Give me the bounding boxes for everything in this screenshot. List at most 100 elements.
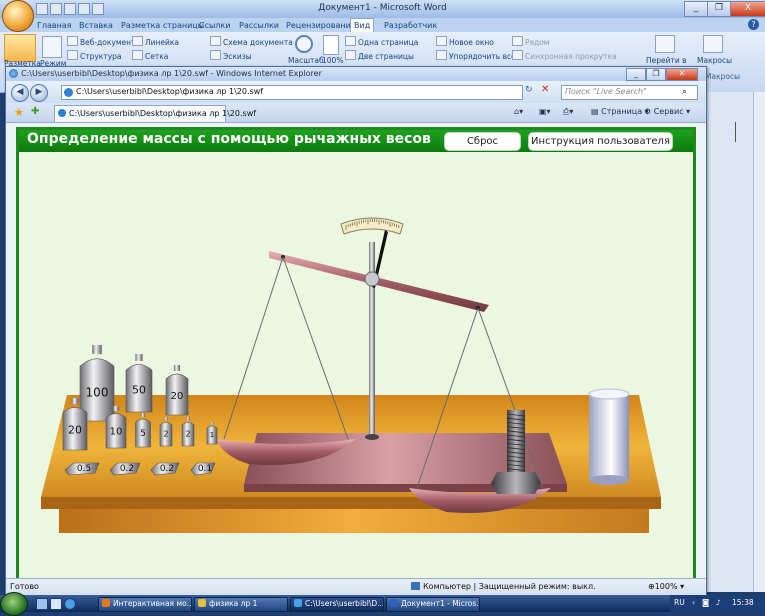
word-maximize-button[interactable]: ❐	[707, 1, 731, 17]
metal-cylinder[interactable]	[588, 388, 630, 485]
office-button[interactable]	[2, 0, 34, 32]
ie-quicklaunch-icon[interactable]	[64, 598, 76, 610]
stop-icon[interactable]: ✕	[541, 84, 549, 95]
new-doc-icon[interactable]	[92, 3, 104, 15]
feeds-icon[interactable]: ▣▾	[539, 107, 551, 116]
reset-button[interactable]: Сброс	[444, 132, 521, 151]
zoom-magnifier-icon[interactable]	[295, 35, 313, 53]
help-icon[interactable]: ?	[748, 19, 759, 30]
taskbar-item-ie[interactable]: C:\Users\userbibl\D...	[290, 597, 384, 612]
macros-button[interactable]: Макросы	[697, 56, 732, 65]
one-page-icon	[345, 36, 356, 46]
new-window-icon	[436, 36, 447, 46]
ie-maximize-button[interactable]: ❐	[646, 68, 666, 81]
search-icon[interactable]: ⌕	[682, 87, 687, 97]
scale-dial	[340, 217, 404, 235]
undo-icon[interactable]	[50, 3, 62, 15]
word-scrollbar[interactable]	[753, 92, 765, 592]
tab-insert[interactable]: Вставка	[76, 19, 116, 32]
ie-minimize-button[interactable]: _	[626, 68, 646, 81]
outline-icon	[67, 50, 78, 60]
save-icon[interactable]	[36, 3, 48, 15]
tab-home[interactable]: Главная	[34, 19, 75, 32]
grid-label: Сетка	[145, 52, 169, 61]
taskbar-item-folder[interactable]: физика лр 1	[194, 597, 288, 612]
one-page-label: Одна страница	[358, 38, 419, 47]
new-window-button[interactable]: Новое окно	[436, 36, 494, 47]
search-input[interactable]: Поиск "Live Search" ⌕	[561, 85, 698, 100]
switch-windows-button[interactable]: Перейти в	[646, 56, 687, 65]
sync-scroll-button[interactable]: Синхронная прокрутка	[512, 50, 617, 61]
redo-icon[interactable]	[64, 3, 76, 15]
print-icon[interactable]: ⎙▾	[563, 107, 573, 117]
zoom-100-button[interactable]: 100%	[322, 56, 343, 65]
zoom-button[interactable]: Масштаб	[288, 56, 324, 65]
ruler-checkbox[interactable]: Линейка	[132, 36, 179, 47]
user-guide-button[interactable]: Инструкция пользователя	[528, 132, 673, 151]
arrange-all-button[interactable]: Упорядочить все	[436, 50, 516, 61]
tab-developer[interactable]: Разработчик	[381, 19, 440, 32]
print-layout-icon[interactable]	[4, 34, 36, 62]
tab-references[interactable]: Ссылки	[196, 19, 233, 32]
text-cursor	[735, 122, 736, 142]
back-arrow-icon[interactable]: ◀	[11, 84, 29, 102]
ie-close-button[interactable]: ✕	[666, 68, 698, 81]
switch-windows-icon-taskbar[interactable]	[50, 598, 62, 610]
show-desktop-icon[interactable]	[36, 598, 48, 610]
switch-windows-icon[interactable]	[655, 35, 675, 53]
taskbar-item-word[interactable]: Документ1 - Micros...	[386, 597, 480, 612]
weight-knob	[92, 345, 102, 355]
document-map-checkbox[interactable]: Схема документа	[210, 36, 293, 47]
weight-50[interactable]: 50	[125, 354, 153, 413]
two-pages-button[interactable]: Две страницы	[345, 50, 414, 61]
page-100-icon[interactable]	[323, 35, 339, 55]
network-icon[interactable]: ◙	[702, 598, 709, 607]
macros-icon[interactable]	[703, 35, 723, 53]
grid-checkbox[interactable]: Сетка	[132, 50, 168, 61]
ie-tab[interactable]: C:\Users\userbibl\Desktop\физика лр 1\20…	[54, 105, 256, 122]
balance-scene[interactable]: 100 50 20 20 10 5 2 2 1 0.5 0.2 0.2 0.1	[19, 152, 693, 578]
tab-view[interactable]: Вид	[350, 18, 375, 32]
add-favorites-icon[interactable]: ✚	[31, 106, 39, 117]
word-minimize-button[interactable]: _	[684, 1, 708, 17]
weight-label: 20	[68, 423, 82, 436]
ie-address-bar: ◀ ▶ C:\Users\userbibl\Desktop\физика лр …	[6, 81, 706, 103]
thumbnails-checkbox[interactable]: Эскизы	[210, 50, 252, 61]
start-button[interactable]	[0, 592, 28, 616]
forward-arrow-icon[interactable]: ▶	[30, 84, 48, 102]
reading-mode-icon[interactable]	[42, 36, 62, 58]
tray-arrow-icon[interactable]: ‹	[692, 598, 695, 607]
flash-header: Определение массы с помощью рычажных вес…	[19, 130, 693, 152]
tools-menu-label: Сервис	[653, 107, 684, 116]
word-close-button[interactable]: X	[730, 1, 765, 17]
refresh-icon[interactable]: ↻	[525, 85, 533, 95]
home-icon[interactable]: ⌂▾	[514, 107, 523, 116]
page-menu[interactable]: ▤ Страница ▾	[591, 107, 649, 116]
zoom-level-label: 100%	[654, 582, 678, 591]
volume-icon[interactable]: ♪	[716, 598, 721, 607]
outline-label: Структура	[80, 52, 122, 61]
thumbnails-label: Эскизы	[223, 52, 252, 61]
one-page-button[interactable]: Одна страница	[345, 36, 418, 47]
weight-100[interactable]: 100	[79, 345, 115, 422]
firefox-icon	[102, 599, 110, 607]
tab-page-layout[interactable]: Разметка страницы	[118, 19, 207, 32]
weight-20[interactable]: 20	[165, 365, 189, 416]
language-indicator[interactable]: RU	[674, 598, 685, 607]
tab-review[interactable]: Рецензирование	[283, 19, 359, 32]
address-input[interactable]: C:\Users\userbibl\Desktop\физика лр 1\20…	[61, 85, 523, 100]
tab-mailings[interactable]: Рассылки	[236, 19, 282, 32]
flash-content[interactable]: Определение массы с помощью рычажных вес…	[16, 127, 696, 581]
open-icon[interactable]	[78, 3, 90, 15]
tools-menu[interactable]: ⚙ Сервис ▾	[644, 107, 690, 116]
small-weight-label: 0.5	[77, 464, 91, 474]
zoom-level[interactable]: ⊕100% ▾	[648, 582, 684, 591]
column-foot	[365, 434, 379, 440]
search-placeholder: Поиск "Live Search"	[565, 87, 647, 96]
weight-label: 1	[210, 431, 214, 439]
outline-button[interactable]: Структура	[67, 50, 122, 61]
favorites-star-icon[interactable]: ★	[14, 106, 24, 119]
taskbar-item-interactive[interactable]: Интерактивная мо...	[98, 597, 192, 612]
web-document-button[interactable]: Веб-документ	[67, 36, 135, 47]
side-by-side-button[interactable]: Рядом	[512, 36, 549, 47]
